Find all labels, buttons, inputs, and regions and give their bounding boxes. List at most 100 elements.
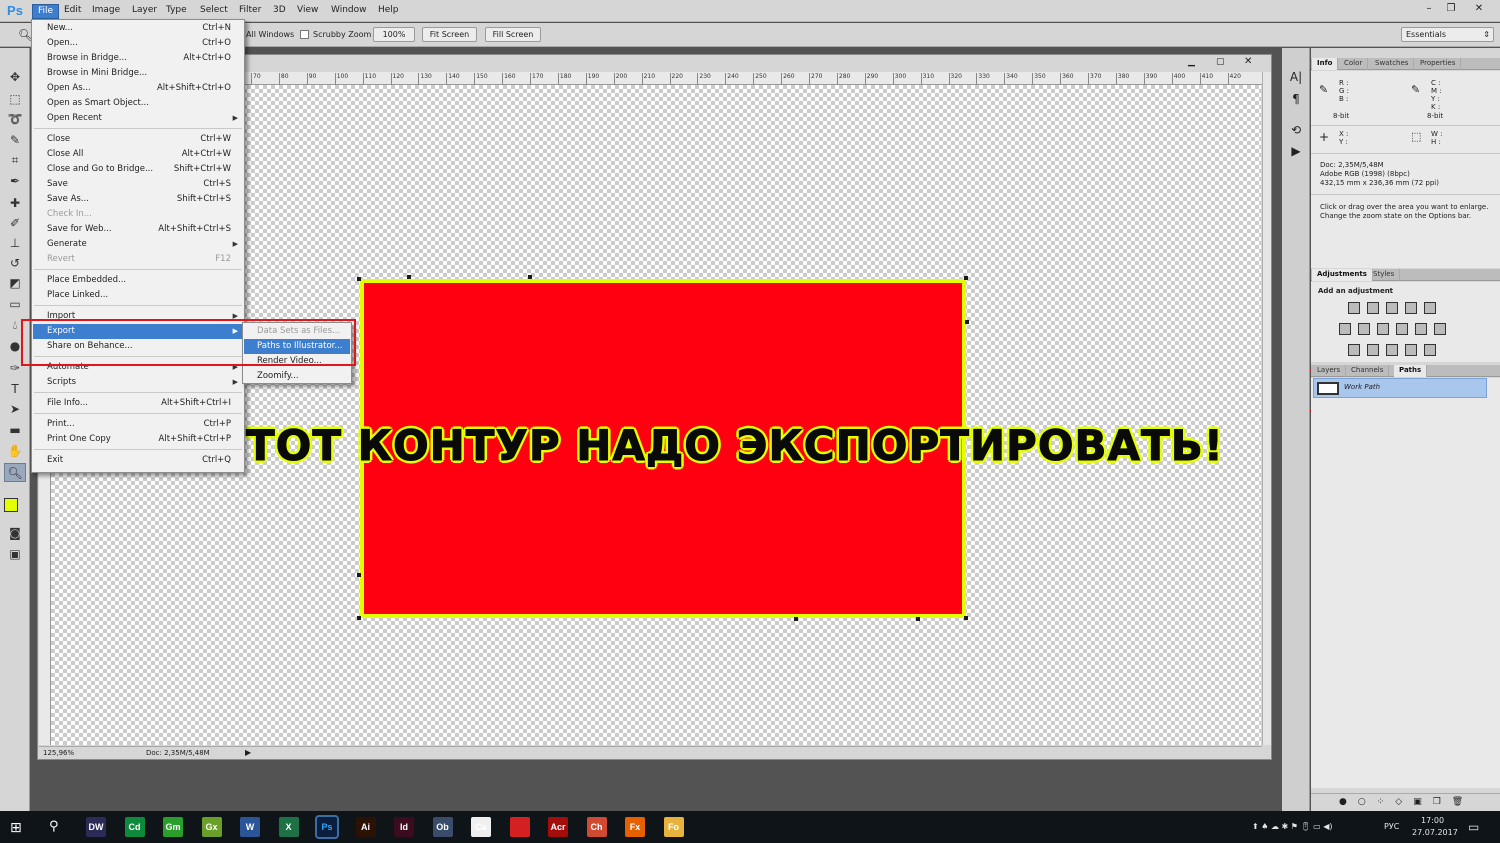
tab-color[interactable]: Color (1339, 58, 1369, 70)
make-path-icon[interactable]: ◇ (1395, 797, 1413, 807)
menu-file[interactable]: File (32, 4, 60, 19)
tab-info[interactable]: Info (1312, 58, 1339, 70)
path-anchor[interactable] (916, 617, 920, 621)
lasso-tool-icon[interactable]: ➰ (4, 110, 26, 129)
delete-path-icon[interactable]: 🗑︎ (1452, 797, 1474, 807)
path-anchor[interactable] (528, 275, 532, 279)
file-menu-item-print-one-copy[interactable]: Print One Copy Alt+Shift+Ctrl+P (33, 432, 243, 447)
file-menu-item-save-for-web[interactable]: Save for Web... Alt+Shift+Ctrl+S (33, 222, 243, 237)
load-selection-icon[interactable]: ⁘ (1377, 797, 1396, 807)
eyedropper-tool-icon[interactable]: ✒ (4, 172, 26, 191)
taskbar-app-x-icon[interactable]: X (278, 817, 299, 837)
fill-screen-button[interactable]: Fill Screen (485, 27, 541, 42)
zoom-100-button[interactable]: 100% (373, 27, 415, 42)
menu-type[interactable]: Type (161, 4, 192, 19)
add-mask-icon[interactable]: ▣ (1413, 797, 1433, 807)
path-anchor[interactable] (965, 320, 969, 324)
posterize-adjust-icon[interactable] (1367, 344, 1379, 356)
fill-path-icon[interactable]: ● (1339, 797, 1358, 807)
export-item-zoomify[interactable]: Zoomify... (244, 369, 350, 384)
workspace-select[interactable]: Essentials ⇕ (1401, 27, 1494, 42)
gradient-map-adjust-icon[interactable] (1424, 344, 1436, 356)
file-menu-item-open-recent[interactable]: Open Recent ▶ (33, 111, 243, 126)
tab-styles[interactable]: Styles (1368, 269, 1401, 281)
type-tool-icon[interactable]: T (4, 380, 26, 399)
taskbar-app-ai-icon[interactable]: Ai (355, 817, 376, 837)
path-row-work-path[interactable]: Work Path (1313, 378, 1487, 398)
healing-tool-icon[interactable]: ✚ (4, 194, 26, 213)
path-anchor[interactable] (357, 573, 361, 577)
zoom-level[interactable]: 125,96% (43, 747, 74, 759)
file-menu-item-print[interactable]: Print... Ctrl+P (33, 417, 243, 432)
path-select-tool-icon[interactable]: ➤ (4, 400, 26, 419)
menu-help[interactable]: Help (373, 4, 404, 19)
path-anchor[interactable] (357, 277, 361, 281)
minimize-icon[interactable]: – (1418, 2, 1440, 16)
tray-icons[interactable]: ⬆ ♠ ☁ ✱ ⚑ 🔋︎ ▭ ◀) (1252, 822, 1333, 831)
move-tool-icon[interactable]: ✥ (4, 68, 26, 87)
taskbar-app-fo-icon[interactable]: Fo (663, 817, 684, 837)
menu-edit[interactable]: Edit (59, 4, 86, 19)
taskbar-app-gx-icon[interactable]: Gx (201, 817, 222, 837)
hue-adjust-icon[interactable] (1339, 323, 1351, 335)
bw-adjust-icon[interactable] (1377, 323, 1389, 335)
zoom-tool-icon[interactable]: 🔍︎ (4, 463, 26, 482)
tab-swatches[interactable]: Swatches (1370, 58, 1415, 70)
tab-paths[interactable]: Paths (1394, 365, 1428, 377)
fit-screen-button[interactable]: Fit Screen (422, 27, 477, 42)
taskbar-app-w-icon[interactable]: W (240, 817, 260, 837)
windows-start-icon[interactable]: ⊞ (10, 820, 22, 836)
shape-tool-icon[interactable]: ▬ (4, 421, 26, 440)
brightness-adjust-icon[interactable] (1348, 302, 1360, 314)
file-menu-item-scripts[interactable]: Scripts ▶ (33, 375, 243, 390)
selective-color-adjust-icon[interactable] (1405, 344, 1417, 356)
menu-filter[interactable]: Filter (234, 4, 266, 19)
foreground-color-swatch[interactable] (4, 498, 18, 512)
file-menu-item-exit[interactable]: Exit Ctrl+Q (33, 453, 243, 468)
path-anchor[interactable] (357, 616, 361, 620)
doc-minimize-icon[interactable]: ▁ (1188, 57, 1195, 67)
taskbar-app-cd-icon[interactable]: Cd (124, 817, 145, 837)
marquee-tool-icon[interactable]: ⬚ (4, 90, 26, 109)
tab-properties[interactable]: Properties (1415, 58, 1462, 70)
hand-tool-icon[interactable]: ✋ (4, 442, 26, 461)
taskbar-app-ch-icon[interactable]: Ch (586, 817, 607, 837)
input-language[interactable]: РУС (1384, 822, 1399, 831)
file-menu-item-close-all[interactable]: Close All Alt+Ctrl+W (33, 147, 243, 162)
taskbar-app-ca-icon[interactable]: Ca (471, 817, 491, 837)
gradient-tool-icon[interactable]: ▭ (4, 295, 26, 314)
eraser-tool-icon[interactable]: ◩ (4, 274, 26, 293)
threshold-adjust-icon[interactable] (1386, 344, 1398, 356)
file-menu-item-generate[interactable]: Generate ▶ (33, 237, 243, 252)
close-icon[interactable]: ✕ (1468, 2, 1490, 16)
taskbar-app-pdf-icon[interactable]: Pdf (509, 817, 530, 837)
restore-icon[interactable]: ❐ (1440, 2, 1462, 16)
file-menu-item-place-linked[interactable]: Place Linked... (33, 288, 243, 303)
file-menu-item-save[interactable]: Save Ctrl+S (33, 177, 243, 192)
tab-layers[interactable]: Layers (1312, 365, 1347, 377)
taskbar-app-fx-icon[interactable]: Fx (625, 817, 645, 837)
path-anchor[interactable] (964, 276, 968, 280)
quick-mask-icon[interactable]: ◙ (4, 524, 26, 543)
new-path-icon[interactable]: ❒ (1433, 797, 1452, 807)
file-menu-item-open[interactable]: Open... Ctrl+O (33, 36, 243, 51)
path-anchor[interactable] (407, 275, 411, 279)
menu-3d[interactable]: 3D (268, 4, 291, 19)
doc-restore-icon[interactable]: ▢ (1216, 57, 1225, 67)
character-icon[interactable]: A| (1287, 68, 1305, 86)
path-anchor[interactable] (794, 617, 798, 621)
curves-adjust-icon[interactable] (1386, 302, 1398, 314)
status-arrow-icon[interactable]: ▶ (245, 747, 251, 759)
vertical-scrollbar[interactable] (1262, 72, 1271, 745)
levels-adjust-icon[interactable] (1367, 302, 1379, 314)
history-icon[interactable]: ⟲ (1287, 121, 1305, 139)
taskbar-app-ps-icon[interactable]: Ps (315, 815, 339, 839)
file-menu-item-browse-in-mini-bridge[interactable]: Browse in Mini Bridge... (33, 66, 243, 81)
file-menu-item-close-and-go-to-bridge[interactable]: Close and Go to Bridge... Shift+Ctrl+W (33, 162, 243, 177)
stamp-tool-icon[interactable]: ⊥ (4, 234, 26, 253)
file-menu-item-save-as[interactable]: Save As... Shift+Ctrl+S (33, 192, 243, 207)
brush-tool-icon[interactable]: ✐ (4, 214, 26, 233)
stroke-path-icon[interactable]: ○ (1358, 797, 1377, 807)
search-icon[interactable]: ⚲ (49, 819, 59, 834)
doc-close-icon[interactable]: ✕ (1244, 56, 1252, 67)
